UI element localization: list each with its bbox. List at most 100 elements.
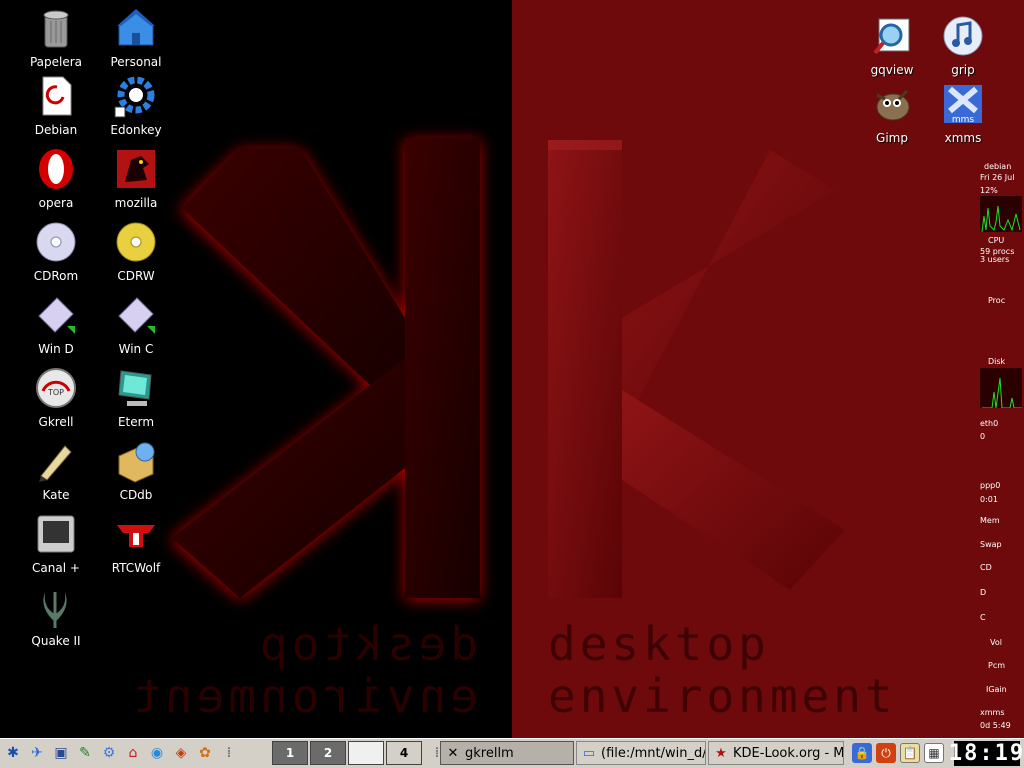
gk-igain-label: IGain bbox=[986, 685, 1007, 694]
gk-uptime: 0d 5:49 bbox=[980, 721, 1011, 730]
desktop-icon-edonkey[interactable]: Edonkey bbox=[96, 73, 176, 143]
gk-cd-label: CD bbox=[980, 563, 992, 572]
icon-label: Edonkey bbox=[110, 123, 162, 137]
icon-label: Win D bbox=[38, 342, 74, 356]
settings-icon[interactable]: ✿ bbox=[194, 742, 216, 764]
desktop-icon-cdrw[interactable]: CDRW bbox=[96, 219, 176, 289]
desktop-icon-personal[interactable]: Personal bbox=[96, 5, 176, 75]
desktop-icon-gkrell[interactable]: TOP Gkrell bbox=[16, 365, 96, 435]
icon-label: mozilla bbox=[114, 196, 158, 210]
gk-cpu-label: CPU bbox=[988, 236, 1005, 245]
mozilla-icon bbox=[117, 150, 155, 188]
desktop-icon-cddb[interactable]: CDdb bbox=[96, 438, 176, 508]
music-icon bbox=[943, 16, 983, 56]
gk-mem-label: Mem bbox=[980, 516, 1000, 525]
gk-date: Fri 26 Jul bbox=[980, 173, 1015, 182]
desktop-icon-canal-plus[interactable]: Canal + bbox=[16, 511, 96, 581]
pager-desktop-2[interactable]: 2 bbox=[310, 741, 346, 765]
quake-icon bbox=[43, 592, 67, 628]
icon-label: RTCWolf bbox=[111, 561, 161, 575]
desktop-icon-gqview[interactable]: gqview bbox=[852, 13, 932, 83]
icon-label: opera bbox=[38, 196, 74, 210]
wallpaper-line1: desktop bbox=[548, 617, 770, 671]
icon-label: xmms bbox=[944, 131, 982, 145]
calendar-icon[interactable]: ▦ bbox=[924, 743, 944, 763]
logout-icon[interactable]: ⏻ bbox=[876, 743, 896, 763]
desktop-icon-opera[interactable]: opera bbox=[16, 146, 96, 216]
icon-label: CDRom bbox=[33, 269, 79, 283]
gk-d-label: D bbox=[980, 588, 987, 597]
kde-panel: ✱ ✈ ▣ ✎ ⚙ ⌂ ◉ ◈ ✿ ⁞ 1 2 4 ⁞ ✕ gkrellm ▭ … bbox=[0, 738, 1024, 768]
desktop-icon-win-d[interactable]: Win D bbox=[16, 292, 96, 362]
web-browser-icon[interactable]: ◉ bbox=[146, 742, 168, 764]
pager-desktop-3[interactable] bbox=[348, 741, 384, 765]
gk-cpu-graph bbox=[980, 196, 1022, 233]
desktop-icon-papelera[interactable]: Papelera bbox=[16, 5, 96, 75]
task-label: (file:/mnt/win_d/ bbox=[601, 745, 706, 761]
gk-pcm-label: Pcm bbox=[988, 661, 1006, 670]
terminal-icon[interactable]: ⚙ bbox=[98, 742, 120, 764]
wallpaper-mirrored-text: desktop environment bbox=[129, 617, 478, 723]
gkrellm-panel[interactable]: debian Fri 26 Jul 12% CPU 59 procs 3 use… bbox=[976, 158, 1024, 736]
gk-swap-label: Swap bbox=[980, 540, 1002, 549]
wallpaper-text: desktop environment bbox=[548, 618, 897, 722]
pager-desktop-4[interactable]: 4 bbox=[386, 741, 422, 765]
konqueror-icon[interactable]: ✈ bbox=[26, 742, 48, 764]
gk-ppp0-label: ppp0 bbox=[980, 481, 1001, 490]
separator-icon: ⁞ bbox=[226, 745, 232, 761]
desktop-icon-gimp[interactable]: Gimp bbox=[852, 81, 932, 151]
clock[interactable]: 18:19 bbox=[949, 741, 1023, 766]
desktop-icon-debian[interactable]: Debian bbox=[16, 73, 96, 143]
icon-label: Debian bbox=[34, 123, 78, 137]
gimp-icon bbox=[876, 89, 910, 121]
task-kde-look[interactable]: ★ KDE-Look.org - M bbox=[708, 741, 844, 765]
desktop-icon-cdrom[interactable]: CDRom bbox=[16, 219, 96, 289]
folder-icon: ▭ bbox=[582, 745, 596, 761]
klipper-icon[interactable]: 📋 bbox=[900, 743, 920, 763]
package-icon bbox=[118, 442, 155, 483]
gk-eth0-value: 0 bbox=[980, 432, 986, 441]
image-viewer-icon bbox=[873, 18, 910, 55]
gk-disk-sparkline bbox=[982, 377, 1022, 409]
gk-disk-label: Disk bbox=[988, 357, 1006, 366]
icon-label: Gkrell bbox=[38, 415, 74, 429]
desktop-icon-xmms[interactable]: mms xmms bbox=[923, 81, 1003, 151]
home-icon[interactable]: ⌂ bbox=[122, 742, 144, 764]
desktop-icon-mozilla[interactable]: mozilla bbox=[96, 146, 176, 216]
kmenu-icon[interactable]: ✱ bbox=[2, 742, 24, 764]
home-folder-icon bbox=[117, 9, 155, 46]
lock-screen-icon[interactable]: 🔒 bbox=[852, 743, 872, 763]
drive-icon bbox=[118, 297, 155, 334]
svg-text:mms: mms bbox=[952, 115, 975, 125]
pager-app-icon[interactable]: ✎ bbox=[74, 742, 96, 764]
x-icon: ✕ bbox=[447, 745, 459, 761]
icon-label: gqview bbox=[870, 63, 914, 77]
icon-label: Win C bbox=[118, 342, 154, 356]
desktop-icon-grip[interactable]: grip bbox=[923, 13, 1003, 83]
icon-label: grip bbox=[951, 63, 975, 77]
icon-label: Papelera bbox=[29, 55, 83, 69]
desktop-icon-quake-ii[interactable]: Quake II bbox=[16, 584, 96, 654]
wallpaper-line2: environment bbox=[548, 669, 897, 723]
task-label: KDE-Look.org - M bbox=[733, 745, 844, 761]
gk-ppp0-value: 0:01 bbox=[980, 495, 998, 504]
desktop-icon-rtcwolf[interactable]: RTCWolf bbox=[96, 511, 176, 581]
wallpaper-mirrored-line2: environment bbox=[129, 669, 478, 723]
task-file-manager[interactable]: ▭ (file:/mnt/win_d/ bbox=[576, 741, 706, 765]
star-icon: ★ bbox=[715, 745, 727, 761]
cdrom-icon bbox=[36, 222, 76, 262]
gk-cpu-percent: 12% bbox=[980, 186, 998, 195]
icon-label: CDRW bbox=[117, 269, 155, 283]
icon-label: CDdb bbox=[119, 488, 153, 502]
gauge-icon: TOP bbox=[36, 368, 76, 408]
debian-document-icon bbox=[42, 76, 72, 116]
task-gkrellm[interactable]: ✕ gkrellm bbox=[440, 741, 574, 765]
help-icon[interactable]: ◈ bbox=[170, 742, 192, 764]
gear-icon bbox=[114, 76, 155, 118]
desktop-icon-eterm[interactable]: Eterm bbox=[96, 365, 176, 435]
pager-desktop-1[interactable]: 1 bbox=[272, 741, 308, 765]
desktop-icon-kate[interactable]: Kate bbox=[16, 438, 96, 508]
desktop-icon-win-c[interactable]: Win C bbox=[96, 292, 176, 362]
show-desktop-icon[interactable]: ▣ bbox=[50, 742, 72, 764]
task-label: gkrellm bbox=[465, 745, 514, 761]
